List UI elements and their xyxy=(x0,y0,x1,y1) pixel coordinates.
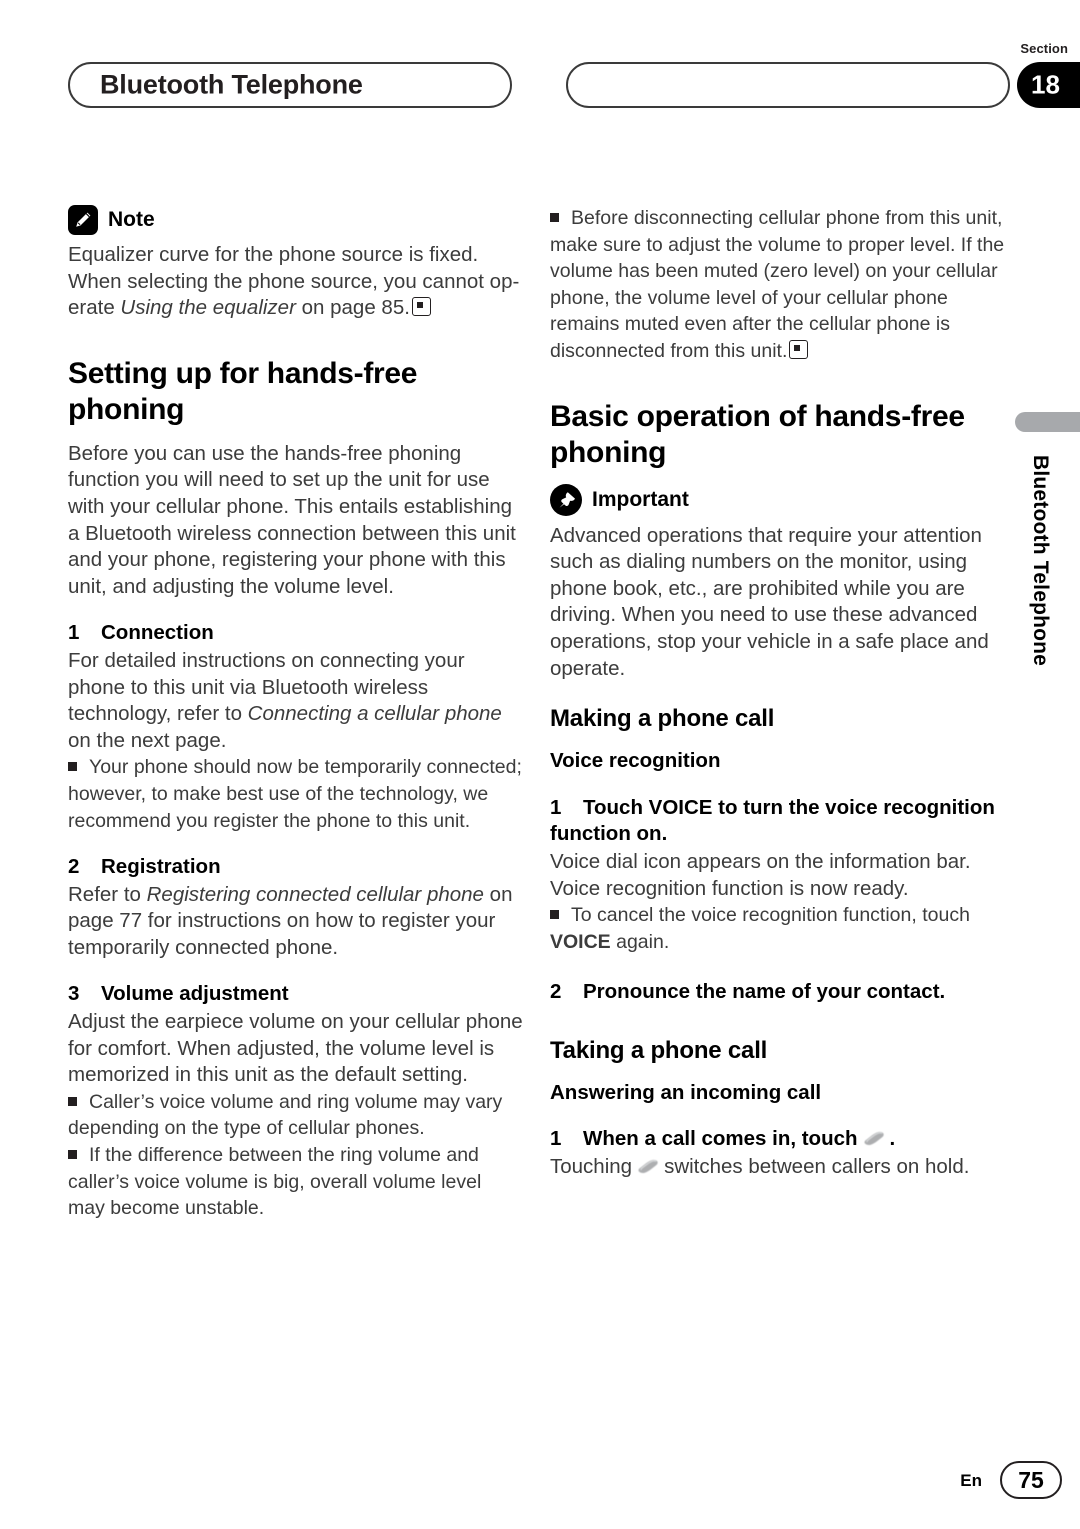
heading-taking-call: Taking a phone call xyxy=(550,1036,768,1064)
voice-step-1-bullet: To cancel the voice recognition function… xyxy=(550,902,1005,955)
voice-step-1-heading: 1 Touch VOICE to turn the voice recogniti… xyxy=(550,795,1005,848)
step-1-bullet-text: Your phone should now be temporarily con… xyxy=(68,756,522,832)
step-1-italic-ref: Connecting a cellular phone xyxy=(247,702,502,726)
voice-step-1-title: Touch VOICE to turn the voice recognitio… xyxy=(550,795,995,846)
edge-tab-label: Bluetooth Telephone xyxy=(1029,455,1052,667)
step-1-title: Connection xyxy=(101,621,214,645)
edge-tab-marker xyxy=(1015,412,1080,432)
end-mark xyxy=(789,339,809,359)
step-1-body: For detailed instructions on connecting … xyxy=(68,648,523,754)
top-bullet: Before disconnecting cellular phone from… xyxy=(550,205,1005,365)
bullet-square-icon xyxy=(68,1150,77,1160)
answer-step-1-number: 1 xyxy=(550,1127,562,1151)
answer-body-a: Touching xyxy=(550,1155,633,1179)
heading-basic-operation: Basic operation of hands-free phoning xyxy=(550,399,965,469)
answer-step-1-title: When a call comes in, touch xyxy=(583,1127,858,1151)
important-callout: Important Advanced operations that requi… xyxy=(550,483,1005,683)
header-empty-pill xyxy=(566,62,1010,108)
important-header: Important xyxy=(550,483,1005,516)
important-label: Important xyxy=(592,487,689,511)
step-2-body-a: Refer to xyxy=(68,882,147,906)
bullet-square-icon xyxy=(550,213,559,222)
setting-up-intro: Before you can use the hands-free phonin… xyxy=(68,441,516,598)
step-3-body: Adjust the earpiece volume on your cellu… xyxy=(68,1010,523,1087)
note-line-1: Equalizer curve for the phone source is … xyxy=(68,243,479,266)
heading-making-call: Making a phone call xyxy=(550,705,775,733)
voice-key-label: VOICE xyxy=(550,930,611,953)
footer-page-number: 75 xyxy=(1000,1461,1062,1499)
step-1-body-b: on the next page. xyxy=(68,728,227,752)
step-3-bullet-2-text: If the difference between the ring volum… xyxy=(68,1144,482,1220)
note-label: Note xyxy=(108,208,155,231)
note-line-2b: on page 85. xyxy=(295,296,410,320)
answer-step-1-title-end: . xyxy=(889,1127,896,1151)
voice-step-1-number: 1 xyxy=(550,795,562,819)
answer-body-b: switches between callers on hold. xyxy=(664,1155,970,1179)
note-italic-ref: Using the equalizer xyxy=(120,296,296,320)
step-1-bullet: Your phone should now be temporarily con… xyxy=(68,754,523,834)
left-column: Note Equalizer curve for the phone sourc… xyxy=(68,205,523,1222)
step-3-number: 3 xyxy=(68,982,80,1006)
answer-step-1-heading: 1 When a call comes in, touch . xyxy=(550,1126,1005,1153)
phone-handset-icon xyxy=(861,1128,887,1146)
step-1-heading: 1 Connection xyxy=(68,620,523,647)
page-footer: En 75 xyxy=(0,1461,1080,1501)
voice-step-2-title: Pronounce the name of your contact. xyxy=(583,980,946,1004)
page-title: Bluetooth Telephone xyxy=(100,69,363,100)
subheading-answering-call: Answering an incoming call xyxy=(550,1080,822,1104)
note-header: Note xyxy=(68,205,523,235)
step-2-italic-ref: Registering connected cellular phone xyxy=(146,882,484,906)
voice-step-2-heading: 2 Pronounce the name of your contact. xyxy=(550,979,1005,1006)
bullet-square-icon xyxy=(550,910,559,920)
end-mark xyxy=(411,297,431,317)
step-2-body: Refer to Registering connected cellular … xyxy=(68,882,523,962)
pencil-icon xyxy=(68,205,98,235)
section-number-tab: 18 xyxy=(1017,62,1080,108)
step-3-bullet-2: If the difference between the ring volum… xyxy=(68,1142,523,1222)
bullet-square-icon xyxy=(68,1096,77,1106)
footer-language: En xyxy=(960,1471,982,1490)
section-number: 18 xyxy=(1031,69,1060,100)
right-column: Before disconnecting cellular phone from… xyxy=(550,205,1005,1181)
voice-step-1-body: Voice dial icon appears on the informati… xyxy=(550,849,971,900)
step-3-bullet-1-text: Caller’s voice volume and ring volume ma… xyxy=(68,1090,503,1140)
section-label: Section xyxy=(1020,41,1068,56)
step-2-title: Registration xyxy=(101,855,221,879)
note-callout: Note Equalizer curve for the phone sourc… xyxy=(68,205,523,322)
step-3-heading: 3 Volume adjustment xyxy=(68,981,523,1008)
step-2-heading: 2 Registration xyxy=(68,854,523,881)
header-title-pill: Bluetooth Telephone xyxy=(68,62,512,108)
subheading-voice-recognition: Voice recognition xyxy=(550,749,721,773)
step-2-number: 2 xyxy=(68,855,80,879)
important-body: Advanced operations that require your at… xyxy=(550,523,989,680)
answer-step-1-body: Touching switches between callers on hol… xyxy=(550,1154,1005,1181)
manual-page: Bluetooth Telephone Section 18 Note Equa… xyxy=(0,0,1080,1529)
page-header: Bluetooth Telephone Section 18 xyxy=(0,0,1080,120)
voice-step-2-number: 2 xyxy=(550,980,562,1004)
step-3-title: Volume adjustment xyxy=(101,982,289,1006)
phone-handset-icon xyxy=(635,1156,661,1174)
note-body: Equalizer curve for the phone source is … xyxy=(68,242,523,322)
voice-bullet-text-a: To cancel the voice recognition function… xyxy=(571,904,970,927)
bullet-square-icon xyxy=(68,762,77,772)
heading-setting-up: Setting up for hands-free phoning xyxy=(68,356,418,426)
top-bullet-text: Before disconnecting cellular phone from… xyxy=(550,207,1005,362)
pushpin-icon xyxy=(550,483,582,516)
step-1-number: 1 xyxy=(68,621,80,645)
step-3-bullet-1: Caller’s voice volume and ring volume ma… xyxy=(68,1089,523,1142)
voice-bullet-text-b: again. xyxy=(610,930,670,953)
